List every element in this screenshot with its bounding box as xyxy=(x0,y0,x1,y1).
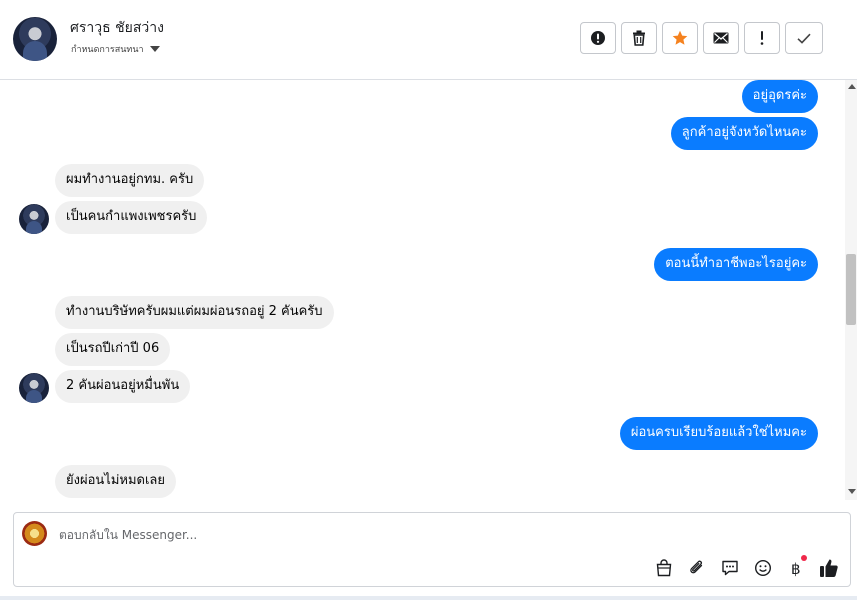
chat-bubble-icon xyxy=(722,560,738,576)
scroll-down-arrow-icon[interactable] xyxy=(848,489,856,494)
important-button[interactable] xyxy=(744,22,780,54)
message-bubble-outgoing[interactable]: อยู่อุดรค่ะ xyxy=(741,80,818,113)
composer-tools: ฿ xyxy=(653,555,840,579)
message-bubble-outgoing[interactable]: ตอนนี้ทำอาชีพอะไรอยู่คะ xyxy=(654,248,818,281)
emoji-button[interactable] xyxy=(752,557,774,579)
message-bubble-incoming[interactable]: เป็นคนกำแพงเพชรครับ xyxy=(55,201,208,234)
sender-avatar[interactable] xyxy=(19,204,49,234)
envelope-icon xyxy=(713,32,729,44)
caret-down-icon xyxy=(149,46,160,52)
trash-icon xyxy=(633,30,645,46)
like-button[interactable] xyxy=(818,557,840,579)
schedule-dropdown[interactable]: กำหนดการสนทนา xyxy=(71,42,160,56)
payment-button[interactable]: ฿ xyxy=(785,555,807,579)
message-bubble-incoming[interactable]: เป็นรถปีเก่าปี 06 xyxy=(55,333,171,366)
attach-button[interactable] xyxy=(686,557,708,579)
star-icon xyxy=(672,30,688,45)
scrollbar-thumb[interactable] xyxy=(846,254,856,325)
mail-button[interactable] xyxy=(703,22,739,54)
notification-dot xyxy=(801,555,807,561)
alert-circle-icon xyxy=(591,31,605,45)
action-toolbar xyxy=(580,22,823,54)
contact-avatar[interactable] xyxy=(13,17,57,61)
saved-replies-button[interactable] xyxy=(719,557,741,579)
delete-button[interactable] xyxy=(621,22,657,54)
reply-composer[interactable]: ตอบกลับใน Messenger... ฿ xyxy=(13,512,851,587)
contact-name[interactable]: ศราวุธ ชัยสว่าง xyxy=(70,17,164,39)
schedule-label: กำหนดการสนทนา xyxy=(71,45,144,55)
message-bubble-incoming[interactable]: ผมทำงานอยู่กทม. ครับ xyxy=(55,164,205,197)
conversation-header: ศราวุธ ชัยสว่าง กำหนดการสนทนา xyxy=(0,0,857,80)
message-bubble-incoming[interactable]: 2 คันผ่อนอยู่หมื่นพัน xyxy=(55,370,191,403)
done-button[interactable] xyxy=(785,22,823,54)
page-avatar xyxy=(22,521,47,546)
svg-text:฿: ฿ xyxy=(791,560,801,577)
scroll-up-arrow-icon[interactable] xyxy=(848,84,856,89)
message-bubble-outgoing[interactable]: ลูกค้าอยู่จังหวัดไหนคะ xyxy=(670,117,818,150)
baht-icon: ฿ xyxy=(791,560,801,577)
sender-avatar[interactable] xyxy=(19,373,49,403)
emoji-icon xyxy=(754,559,772,577)
thumbs-up-icon xyxy=(820,559,838,577)
bottom-border xyxy=(0,596,857,600)
message-bubble-outgoing[interactable]: ผ่อนครบเรียบร้อยแล้วใช่ไหมคะ xyxy=(619,417,818,450)
star-button[interactable] xyxy=(662,22,698,54)
paperclip-icon xyxy=(690,560,703,574)
checkmark-icon xyxy=(797,33,811,44)
report-button[interactable] xyxy=(580,22,616,54)
message-list[interactable]: อยู่อุดรค่ะ ลูกค้าอยู่จังหวัดไหนคะ ผมทำง… xyxy=(0,80,857,500)
bag-icon xyxy=(656,559,672,577)
reply-input[interactable]: ตอบกลับใน Messenger... xyxy=(59,526,197,545)
message-bubble-incoming[interactable]: ยังผ่อนไม่หมดเลย xyxy=(55,465,176,498)
shop-button[interactable] xyxy=(653,557,675,579)
exclamation-icon xyxy=(760,31,764,45)
message-bubble-incoming[interactable]: ทำงานบริษัทครับผมแต่ผมผ่อนรถอยู่ 2 คันคร… xyxy=(55,296,334,329)
